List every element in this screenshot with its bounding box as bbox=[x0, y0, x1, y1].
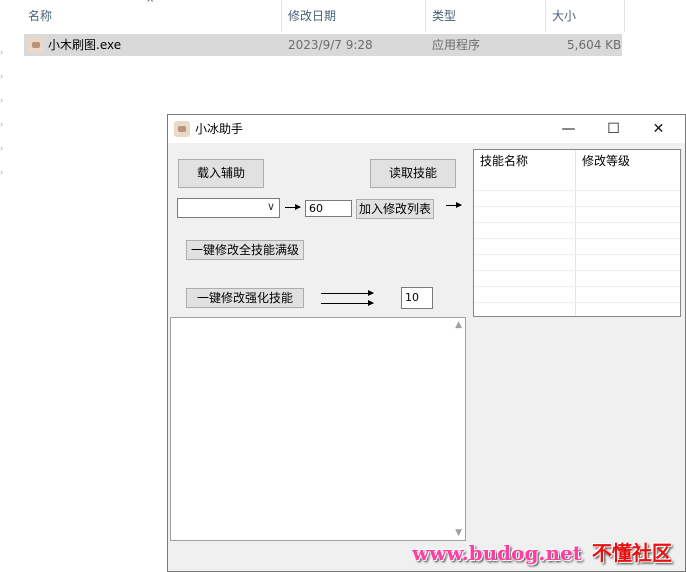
column-separator[interactable] bbox=[624, 0, 625, 32]
expand-chevron-icon[interactable]: › bbox=[0, 96, 6, 106]
expand-chevron-icon[interactable]: › bbox=[0, 72, 6, 82]
skill-table[interactable]: 技能名称 修改等级 bbox=[473, 149, 681, 317]
add-to-list-button[interactable]: 加入修改列表 bbox=[356, 199, 434, 219]
helper-window: 小冰助手 — ☐ ✕ 载入辅助 读取技能 ∨ 60 加入修改列表 一键修改全技能… bbox=[167, 114, 686, 572]
file-size: 5,604 KB bbox=[567, 38, 622, 52]
skill-select[interactable]: ∨ bbox=[177, 198, 280, 218]
enhance-level-input[interactable]: 10 bbox=[401, 287, 433, 309]
column-header-type[interactable]: 类型 bbox=[432, 0, 456, 32]
column-header-size[interactable]: 大小 bbox=[552, 0, 576, 32]
row-divider bbox=[474, 254, 680, 255]
read-skills-button[interactable]: 读取技能 bbox=[370, 159, 456, 188]
row-divider bbox=[474, 270, 680, 271]
watermark: www.budog.net 不懂社区 bbox=[412, 538, 672, 568]
log-textarea[interactable]: ▲ ▼ bbox=[170, 317, 466, 541]
expand-chevron-icon[interactable]: › bbox=[0, 168, 6, 178]
file-modified: 2023/9/7 9:28 bbox=[288, 38, 373, 52]
column-header-skill-name[interactable]: 技能名称 bbox=[474, 150, 576, 172]
expand-chevron-icon[interactable]: › bbox=[0, 48, 6, 58]
app-icon bbox=[174, 121, 190, 137]
column-divider bbox=[575, 150, 576, 316]
file-row[interactable]: 小木刷图.exe 2023/9/7 9:28 应用程序 5,604 KB bbox=[24, 34, 622, 56]
sort-ascending-icon: ^ bbox=[146, 0, 155, 9]
column-header-modified[interactable]: 修改日期 bbox=[288, 0, 336, 32]
max-all-skills-button[interactable]: 一键修改全技能满级 bbox=[186, 240, 304, 260]
row-divider bbox=[474, 222, 680, 223]
maximize-button[interactable]: ☐ bbox=[591, 115, 636, 143]
navigation-pane-edge: › › › › › › bbox=[0, 0, 8, 572]
window-title: 小冰助手 bbox=[195, 122, 244, 136]
arrow-right-icon bbox=[321, 290, 374, 296]
watermark-url: www.budog.net bbox=[412, 541, 582, 565]
column-separator[interactable] bbox=[545, 0, 546, 32]
row-divider bbox=[474, 302, 680, 303]
column-separator[interactable] bbox=[281, 0, 282, 32]
scroll-down-icon[interactable]: ▼ bbox=[455, 528, 462, 538]
arrow-right-icon bbox=[321, 300, 374, 306]
row-divider bbox=[474, 238, 680, 239]
load-helper-button[interactable]: 载入辅助 bbox=[178, 159, 264, 188]
expand-chevron-icon[interactable]: › bbox=[0, 144, 6, 154]
file-type: 应用程序 bbox=[432, 38, 481, 52]
row-divider bbox=[474, 286, 680, 287]
file-name: 小木刷图.exe bbox=[48, 38, 122, 52]
column-header-name[interactable]: 名称 bbox=[28, 0, 52, 32]
expand-chevron-icon[interactable]: › bbox=[0, 120, 6, 130]
app-file-icon bbox=[28, 37, 44, 53]
title-bar[interactable]: 小冰助手 — ☐ ✕ bbox=[168, 115, 685, 143]
arrow-right-icon bbox=[446, 202, 462, 208]
row-divider bbox=[474, 206, 680, 207]
minimize-button[interactable]: — bbox=[546, 115, 591, 143]
chevron-down-icon: ∨ bbox=[266, 200, 275, 213]
watermark-site-name: 不懂社区 bbox=[591, 541, 672, 565]
row-divider bbox=[474, 190, 680, 191]
modify-enhance-skills-button[interactable]: 一键修改强化技能 bbox=[186, 288, 304, 308]
close-button[interactable]: ✕ bbox=[636, 115, 681, 143]
scroll-up-icon[interactable]: ▲ bbox=[455, 320, 462, 330]
arrow-right-icon bbox=[285, 204, 301, 210]
column-header-modify-level[interactable]: 修改等级 bbox=[576, 150, 680, 172]
level-input[interactable]: 60 bbox=[305, 200, 352, 217]
column-separator[interactable] bbox=[425, 0, 426, 32]
